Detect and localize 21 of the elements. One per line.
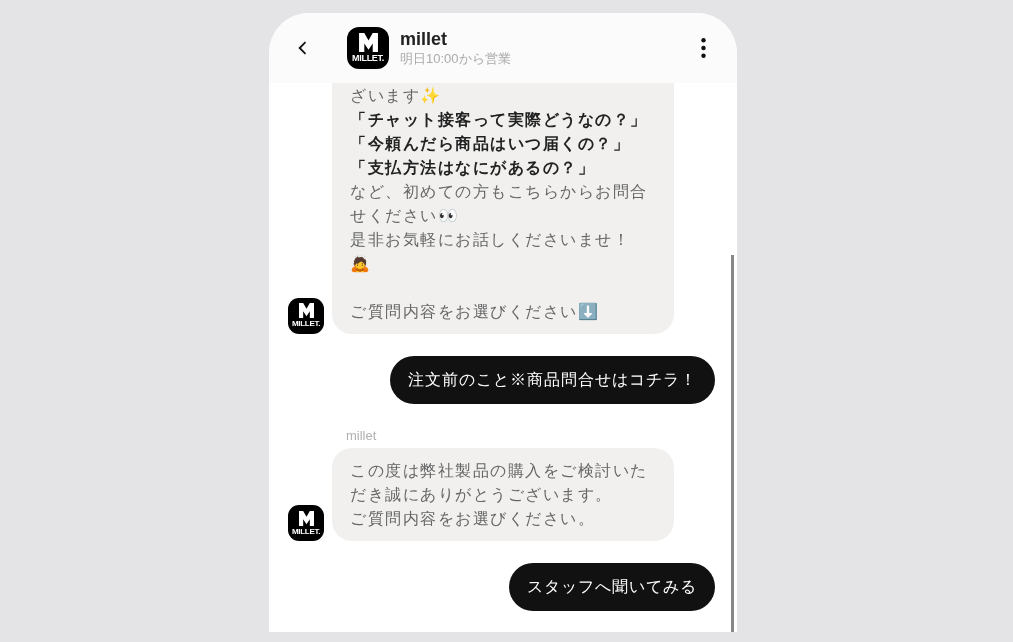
m-logo-icon (357, 33, 379, 52)
logo-label: MILLET. (291, 527, 321, 536)
message-line: 是非お気軽にお話しくださいませ！ (350, 229, 630, 250)
message-line: ざいます✨ (350, 85, 442, 106)
m-logo-icon (297, 510, 315, 526)
message-line: 「チャット接客って実際どうなの？」 (350, 109, 648, 131)
reply-option-button[interactable]: 注文前のこと※商品問合せはコチラ！ (390, 355, 715, 404)
business-hours: 明日10:00から営業 (400, 50, 511, 68)
message-line: など、初めての方もこちらからお問合せください👀 (350, 181, 649, 226)
m-logo-icon (297, 303, 315, 318)
logo-label: MILLET. (291, 320, 321, 328)
message-line: 「支払方法はなにがあるの？」 (350, 157, 595, 179)
message-line: 「今頼んだら商品はいつ届くの？」 (350, 133, 630, 154)
message-line: ご質問内容をお選びください⬇ (350, 301, 599, 322)
reply-option-button[interactable]: スタッフへ聞いてみる (509, 563, 715, 611)
message-line: 🙇 (350, 253, 372, 275)
message-line: この度は弊社製品の購入をご検討いただき誠にありがとうございます。 (350, 461, 649, 505)
chat-title: millet (400, 28, 448, 50)
message-line: ご質問内容をお選びください。 (350, 509, 595, 529)
sender-name: millet (346, 426, 378, 445)
logo-label: MILLET. (352, 54, 384, 63)
